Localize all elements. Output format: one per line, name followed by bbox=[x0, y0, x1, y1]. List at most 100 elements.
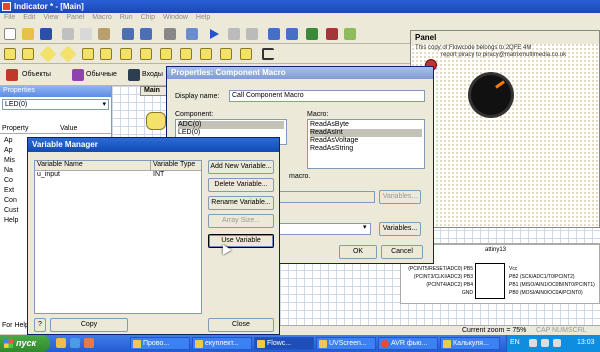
variables-button[interactable]: Variables... bbox=[379, 222, 421, 236]
component-label: Component: bbox=[175, 111, 214, 118]
compile-icon[interactable] bbox=[186, 28, 198, 40]
delay-icon[interactable] bbox=[82, 48, 94, 60]
tray-icon[interactable] bbox=[541, 339, 549, 347]
taskbar-item[interactable]: Прово... bbox=[130, 337, 190, 350]
decision-icon[interactable] bbox=[39, 45, 57, 63]
macro-item[interactable]: ReadAsString bbox=[310, 145, 422, 153]
calculation-icon[interactable] bbox=[120, 48, 132, 60]
chip-pin: (PCINT4/ADC2) PB4 bbox=[426, 282, 473, 288]
connection-icon[interactable] bbox=[140, 48, 152, 60]
component-item[interactable]: ADC(0) bbox=[178, 121, 284, 129]
save-icon[interactable] bbox=[40, 28, 52, 40]
menu-macro[interactable]: Macro bbox=[92, 14, 111, 24]
step-into-icon[interactable] bbox=[268, 28, 280, 40]
variable-name-column[interactable]: Variable Name bbox=[37, 161, 151, 170]
caps-indicator: CAP bbox=[536, 327, 551, 334]
component-macro-icon[interactable] bbox=[160, 48, 172, 60]
properties-combo[interactable]: LED(0) ▾ bbox=[2, 99, 109, 110]
component-item[interactable]: LED(0) bbox=[178, 129, 284, 137]
window-title: Indicator * - [Main] bbox=[14, 2, 84, 11]
comment-icon[interactable] bbox=[240, 48, 252, 60]
copy-button[interactable]: Copy bbox=[50, 318, 128, 332]
quicklaunch-icon[interactable] bbox=[84, 338, 94, 348]
undo-icon[interactable] bbox=[122, 28, 134, 40]
display-name-field[interactable]: Call Component Macro bbox=[229, 90, 425, 102]
input-icon[interactable] bbox=[4, 48, 16, 60]
copy-icon[interactable] bbox=[80, 28, 92, 40]
close-button[interactable]: Close bbox=[208, 318, 274, 332]
new-file-icon[interactable] bbox=[4, 28, 16, 40]
taskbar-item[interactable]: UVScreen... bbox=[316, 337, 376, 350]
common-menu[interactable]: Обычные bbox=[86, 71, 117, 78]
table-row[interactable]: u_input INT bbox=[35, 171, 201, 181]
start-button[interactable]: пуск bbox=[0, 335, 50, 352]
array-size-button[interactable]: Array Size... bbox=[208, 214, 274, 228]
code-icon[interactable] bbox=[200, 48, 212, 60]
tools-icon[interactable] bbox=[344, 28, 356, 40]
macro-item[interactable]: ReadAsVoltage bbox=[310, 137, 422, 145]
chip-name: attiny13 bbox=[485, 247, 507, 253]
menu-window[interactable]: Window bbox=[163, 14, 188, 24]
language-indicator[interactable]: EN bbox=[510, 339, 520, 346]
taskbar-item[interactable]: екуплект... bbox=[192, 337, 252, 350]
menu-file[interactable]: File bbox=[4, 14, 15, 24]
ok-button[interactable]: OK bbox=[339, 245, 377, 259]
screen-recorder-icon bbox=[319, 340, 327, 348]
ie-icon[interactable] bbox=[70, 338, 80, 348]
open-folder-icon[interactable] bbox=[22, 28, 34, 40]
redo-icon[interactable] bbox=[140, 28, 152, 40]
taskbar-item[interactable]: Калькуля... bbox=[440, 337, 500, 350]
macro-item[interactable]: ReadAsByte bbox=[310, 121, 422, 129]
taskbar-item-label: AVR фью... bbox=[391, 340, 428, 347]
print-icon[interactable] bbox=[164, 28, 176, 40]
program-icon[interactable] bbox=[326, 28, 338, 40]
interrupt-icon[interactable] bbox=[220, 48, 232, 60]
taskbar-item-active[interactable]: Flowc... bbox=[254, 337, 314, 350]
menu-edit[interactable]: Edit bbox=[23, 14, 35, 24]
macro-item[interactable]: ReadAsInt bbox=[310, 129, 422, 137]
clock: 13:03 bbox=[577, 339, 595, 346]
return-value-field[interactable] bbox=[279, 223, 371, 235]
paste-icon[interactable] bbox=[98, 28, 110, 40]
output-icon[interactable] bbox=[22, 48, 34, 60]
switch-icon[interactable] bbox=[100, 48, 112, 60]
rename-variable-button[interactable]: Rename Variable... bbox=[208, 196, 274, 210]
chevron-down-icon[interactable]: ▾ bbox=[363, 223, 367, 231]
help-button[interactable]: ? bbox=[34, 318, 46, 332]
menu-help[interactable]: Help bbox=[196, 14, 210, 24]
quicklaunch-icon[interactable] bbox=[56, 338, 66, 348]
add-variable-button[interactable]: Add New Variable... bbox=[208, 160, 274, 174]
knob-icon[interactable] bbox=[471, 75, 511, 115]
menu-run[interactable]: Run bbox=[120, 14, 133, 24]
menu-view[interactable]: View bbox=[43, 14, 58, 24]
start-label: пуск bbox=[16, 338, 37, 348]
variables-button-disabled[interactable]: Variables... bbox=[379, 190, 421, 204]
bracket-icon[interactable] bbox=[262, 48, 274, 60]
scrl-indicator: SCRL bbox=[568, 327, 587, 334]
chip-icon[interactable] bbox=[306, 28, 318, 40]
menu-chip[interactable]: Chip bbox=[141, 14, 155, 24]
parameters-field[interactable] bbox=[279, 191, 375, 203]
flowchart-begin-block[interactable] bbox=[146, 112, 166, 130]
stop-icon[interactable] bbox=[246, 28, 258, 40]
inputs-menu[interactable]: Входы bbox=[142, 71, 163, 78]
tab-main[interactable]: Main bbox=[140, 86, 168, 96]
delete-variable-button[interactable]: Delete Variable... bbox=[208, 178, 274, 192]
browser-icon bbox=[381, 340, 389, 348]
taskbar-item[interactable]: AVR фью... bbox=[378, 337, 438, 350]
cancel-button[interactable]: Cancel bbox=[381, 245, 423, 259]
variable-type-column[interactable]: Variable Type bbox=[151, 161, 195, 170]
status-help-text: For Help bbox=[2, 322, 29, 329]
tray-icon[interactable] bbox=[553, 339, 561, 347]
value-column: Value bbox=[60, 125, 78, 132]
pause-icon[interactable] bbox=[228, 28, 240, 40]
cut-icon[interactable] bbox=[62, 28, 74, 40]
menu-panel[interactable]: Panel bbox=[66, 14, 84, 24]
tray-icon[interactable] bbox=[529, 339, 537, 347]
objects-menu[interactable]: Объекты bbox=[22, 71, 51, 78]
component-macro-title: Properties: Component Macro bbox=[167, 67, 433, 79]
step-over-icon[interactable] bbox=[286, 28, 298, 40]
loop-icon[interactable] bbox=[59, 45, 77, 63]
play-icon[interactable] bbox=[210, 29, 219, 39]
macro-icon[interactable] bbox=[180, 48, 192, 60]
